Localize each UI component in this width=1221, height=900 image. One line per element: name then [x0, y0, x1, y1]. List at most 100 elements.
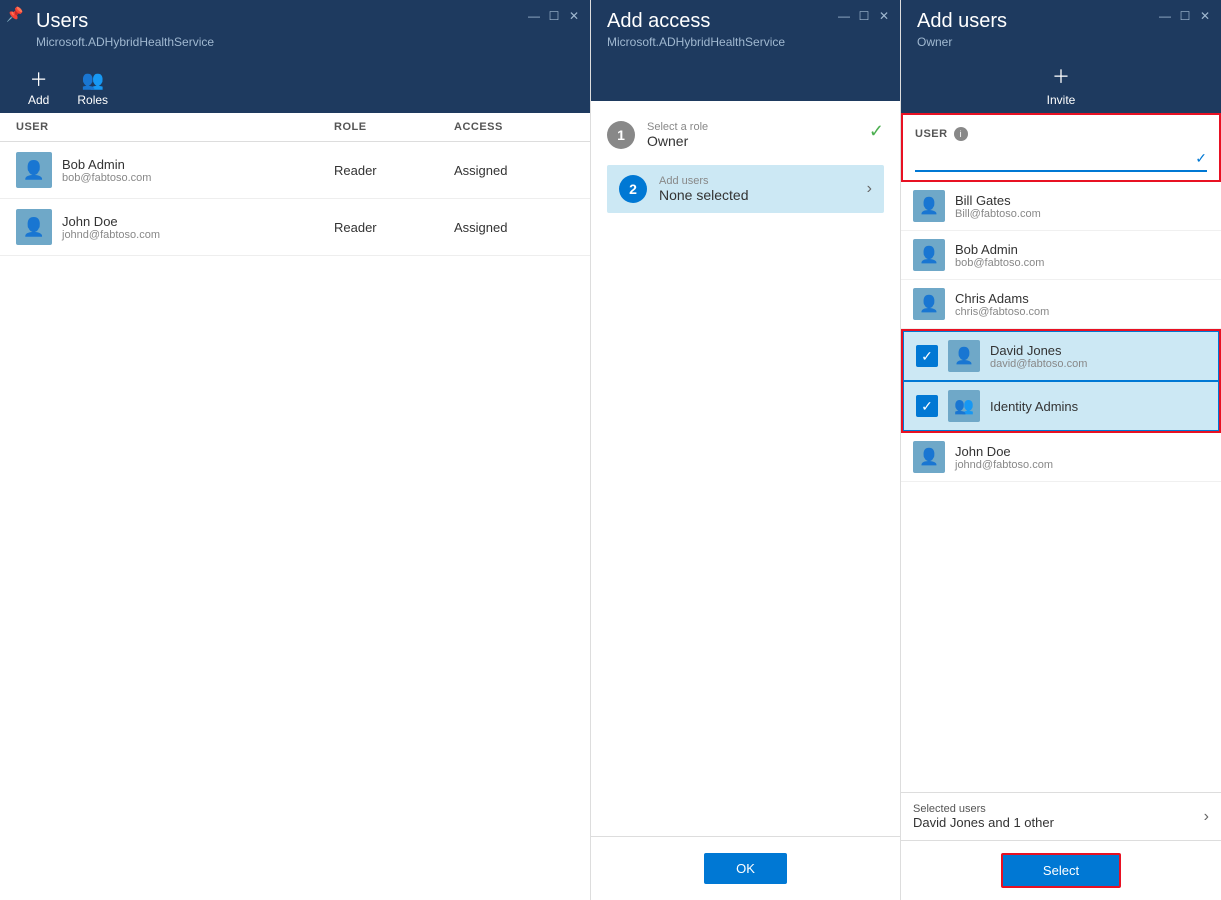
user-label: USER: [915, 128, 948, 140]
user-list-email: Bill@fabtoso.com: [955, 208, 1209, 220]
avatar: 👤: [913, 288, 945, 320]
add-access-panel: — ☐ ✕ Add access Microsoft.ADHybridHealt…: [591, 0, 901, 900]
user-list-email: david@fabtoso.com: [990, 358, 1206, 370]
checkmark-icon: ✓: [916, 345, 938, 367]
roles-button[interactable]: 👥 Roles: [65, 65, 120, 113]
minimize-button[interactable]: —: [526, 8, 542, 24]
list-item[interactable]: 👤 Chris Adams chris@fabtoso.com: [901, 280, 1221, 329]
step1-value: Owner: [647, 133, 857, 149]
user-list-name: John Doe: [955, 444, 1209, 459]
col-user: USER: [16, 121, 334, 133]
col-role: ROLE: [334, 121, 454, 133]
minimize-button3[interactable]: —: [1157, 8, 1173, 24]
step1-label: Select a role: [647, 121, 857, 133]
close-button3[interactable]: ✕: [1197, 8, 1213, 24]
step2-item[interactable]: 2 Add users None selected ›: [607, 165, 884, 213]
access-footer: OK: [591, 836, 900, 900]
step1-check-icon: ✓: [869, 121, 884, 142]
access-text: Assigned: [454, 220, 574, 235]
selected-group: ✓ 👤 David Jones david@fabtoso.com ✓ 👥 Id…: [901, 329, 1221, 433]
avatar: 👤: [913, 190, 945, 222]
user-email: johnd@fabtoso.com: [62, 229, 160, 241]
user-name: Bob Admin: [62, 157, 151, 172]
maximize-button3[interactable]: ☐: [1177, 8, 1193, 24]
user-list-info: David Jones david@fabtoso.com: [990, 343, 1206, 370]
user-list-name: Identity Admins: [990, 399, 1206, 414]
user-list-name: David Jones: [990, 343, 1206, 358]
user-list-name: Bob Admin: [955, 242, 1209, 257]
table-row[interactable]: 👤 John Doe johnd@fabtoso.com Reader Assi…: [0, 199, 590, 256]
footer-arrow-icon: ›: [1204, 808, 1209, 826]
step1-item: 1 Select a role Owner ✓: [607, 121, 884, 149]
user-info: 👤 Bob Admin bob@fabtoso.com: [16, 152, 334, 188]
avatar: 👥: [948, 390, 980, 422]
users-panel: 📌 — ☐ ✕ Users Microsoft.ADHybridHealthSe…: [0, 0, 591, 900]
avatar: 👤: [913, 441, 945, 473]
selected-label: Selected users: [913, 803, 1054, 815]
user-list-email: johnd@fabtoso.com: [955, 459, 1209, 471]
invite-container: ＋ Invite: [917, 57, 1205, 113]
step2-label: Add users: [659, 175, 855, 187]
user-list-info: Chris Adams chris@fabtoso.com: [955, 291, 1209, 318]
roles-label: Roles: [77, 93, 108, 107]
ok-button[interactable]: OK: [704, 853, 787, 884]
add-users-panel: — ☐ ✕ Add users Owner ＋ Invite USER i ✓: [901, 0, 1221, 900]
user-list-info: Bill Gates Bill@fabtoso.com: [955, 193, 1209, 220]
info-icon: i: [954, 127, 968, 141]
add-button[interactable]: ＋ Add: [16, 65, 61, 113]
maximize-button2[interactable]: ☐: [856, 8, 872, 24]
step2-arrow-icon: ›: [867, 180, 872, 198]
user-list-info: John Doe johnd@fabtoso.com: [955, 444, 1209, 471]
list-item[interactable]: ✓ 👤 David Jones david@fabtoso.com: [903, 331, 1219, 381]
minimize-button2[interactable]: —: [836, 8, 852, 24]
avatar: 👤: [913, 239, 945, 271]
avatar: 👤: [16, 209, 52, 245]
close-button[interactable]: ✕: [566, 8, 582, 24]
list-item[interactable]: ✓ 👥 Identity Admins: [903, 381, 1219, 431]
pin-icon: 📌: [6, 6, 23, 23]
selected-users-footer[interactable]: Selected users David Jones and 1 other ›: [901, 792, 1221, 840]
addusers-header: — ☐ ✕ Add users Owner ＋ Invite: [901, 0, 1221, 113]
search-input[interactable]: [915, 147, 1195, 170]
step2-number: 2: [619, 175, 647, 203]
user-list-name: Bill Gates: [955, 193, 1209, 208]
select-button[interactable]: Select: [1001, 853, 1121, 888]
select-btn-row: Select: [901, 840, 1221, 900]
maximize-button[interactable]: ☐: [546, 8, 562, 24]
search-check-icon: ✓: [1195, 150, 1207, 167]
role-text: Reader: [334, 220, 454, 235]
step2-content: Add users None selected: [659, 175, 855, 203]
table-header: USER ROLE ACCESS: [0, 113, 590, 142]
panel1-subtitle: Microsoft.ADHybridHealthService: [36, 35, 574, 49]
avatar: 👤: [948, 340, 980, 372]
invite-label: Invite: [1047, 93, 1076, 107]
list-item[interactable]: 👤 John Doe johnd@fabtoso.com: [901, 433, 1221, 482]
panel2-subtitle: Microsoft.ADHybridHealthService: [607, 35, 884, 49]
user-search-area: USER i ✓: [901, 113, 1221, 182]
window-controls: — ☐ ✕: [526, 8, 582, 24]
access-header: — ☐ ✕ Add access Microsoft.ADHybridHealt…: [591, 0, 900, 101]
user-list-email: bob@fabtoso.com: [955, 257, 1209, 269]
selected-value: David Jones and 1 other: [913, 815, 1054, 830]
user-email: bob@fabtoso.com: [62, 172, 151, 184]
step1-content: Select a role Owner: [647, 121, 857, 149]
add-label: Add: [28, 93, 49, 107]
checkmark-icon: ✓: [916, 395, 938, 417]
users-header: 📌 — ☐ ✕ Users Microsoft.ADHybridHealthSe…: [0, 0, 590, 113]
list-item[interactable]: 👤 Bob Admin bob@fabtoso.com: [901, 231, 1221, 280]
users-table: 👤 Bob Admin bob@fabtoso.com Reader Assig…: [0, 142, 590, 256]
window-controls2: — ☐ ✕: [836, 8, 892, 24]
window-controls3: — ☐ ✕: [1157, 8, 1213, 24]
table-row[interactable]: 👤 Bob Admin bob@fabtoso.com Reader Assig…: [0, 142, 590, 199]
users-list: 👤 Bill Gates Bill@fabtoso.com 👤 Bob Admi…: [901, 182, 1221, 792]
invite-icon: ＋: [1052, 63, 1070, 89]
roles-icon: 👥: [81, 71, 103, 89]
role-text: Reader: [334, 163, 454, 178]
access-text: Assigned: [454, 163, 574, 178]
panel3-subtitle: Owner: [917, 35, 1205, 49]
col-access: ACCESS: [454, 121, 574, 133]
user-info: 👤 John Doe johnd@fabtoso.com: [16, 209, 334, 245]
list-item[interactable]: 👤 Bill Gates Bill@fabtoso.com: [901, 182, 1221, 231]
close-button2[interactable]: ✕: [876, 8, 892, 24]
search-input-row: ✓: [915, 147, 1207, 172]
